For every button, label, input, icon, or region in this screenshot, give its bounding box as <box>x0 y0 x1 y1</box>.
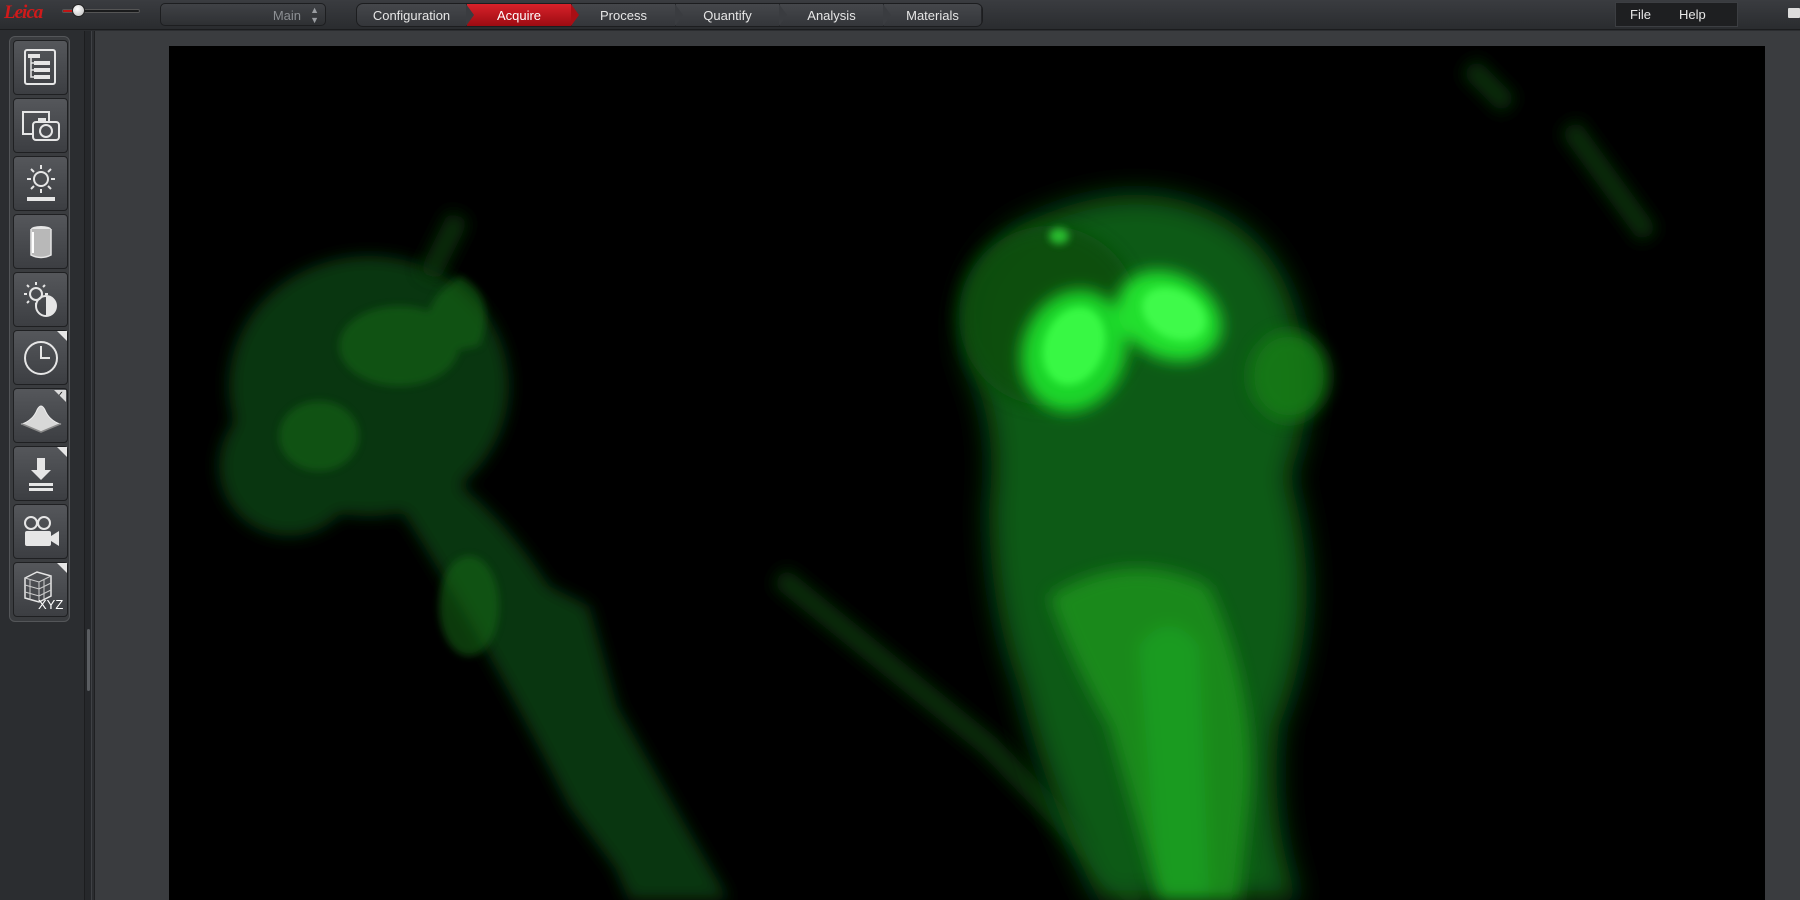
minimize-button[interactable] <box>1788 8 1800 18</box>
experiment-tree-icon <box>23 48 56 85</box>
zoom-slider-knob[interactable] <box>71 4 85 17</box>
xyz-button[interactable]: XYZ <box>13 562 68 617</box>
splitter-grip[interactable] <box>87 629 90 691</box>
fluorescence-button[interactable] <box>13 272 68 327</box>
viewer-right-edge <box>1765 46 1800 900</box>
top-bar: Leica Main ▲ ▼ Configuration Acquire Proc… <box>0 0 1800 30</box>
camera-button[interactable] <box>13 98 68 153</box>
workflow-tabs: Configuration Acquire Process Quantify A… <box>356 3 983 27</box>
fluorescence-icon <box>23 281 57 317</box>
objective-icon <box>29 225 52 258</box>
menu-help[interactable]: Help <box>1665 7 1720 22</box>
illumination-button[interactable] <box>13 156 68 211</box>
objective-button[interactable] <box>13 214 68 269</box>
fluorescence-image-view[interactable] <box>169 46 1765 900</box>
xyz-cube-icon: XYZ <box>23 570 63 612</box>
layout-selector-value: Main <box>272 8 301 23</box>
camera-icon <box>21 110 60 141</box>
tab-materials[interactable]: Materials <box>884 4 982 26</box>
left-toolbar: ✓ XYZ <box>0 31 84 900</box>
tab-label: Materials <box>906 7 959 23</box>
leica-logo: Leica <box>4 2 43 23</box>
layout-selector[interactable]: Main ▲ ▼ <box>160 3 326 26</box>
tab-label: Configuration <box>372 7 451 23</box>
z-stack-button[interactable]: ✓ <box>13 388 68 443</box>
fluorescence-image <box>219 58 1658 900</box>
xyz-label: XYZ <box>38 597 63 612</box>
movie-camera-icon <box>23 515 59 546</box>
save-button[interactable] <box>13 446 68 501</box>
menu-file[interactable]: File <box>1616 7 1665 22</box>
tab-configuration[interactable]: Configuration <box>357 4 474 26</box>
timelapse-clock-icon <box>23 340 58 375</box>
movie-button[interactable] <box>13 504 68 559</box>
save-download-icon <box>28 457 53 491</box>
tab-quantify[interactable]: Quantify <box>676 4 787 26</box>
tab-process[interactable]: Process <box>572 4 683 26</box>
experiment-tree-button[interactable] <box>13 40 68 95</box>
z-stack-surface-icon <box>20 405 61 433</box>
tab-label: Analysis <box>807 7 856 23</box>
corner-flag-icon <box>57 563 67 573</box>
timelapse-button[interactable] <box>13 330 68 385</box>
tab-label: Quantify <box>703 7 752 23</box>
illumination-icon <box>26 164 55 201</box>
updown-arrows-icon: ▲ ▼ <box>310 5 319 25</box>
tool-column: ✓ XYZ <box>9 36 70 622</box>
tab-label: Acquire <box>496 7 542 23</box>
tab-label: Process <box>600 7 647 23</box>
tab-analysis[interactable]: Analysis <box>780 4 891 26</box>
corner-flag-icon <box>57 331 67 341</box>
corner-flag-icon <box>57 447 67 457</box>
menu-bar: File Help <box>1615 2 1738 27</box>
tab-acquire[interactable]: Acquire <box>467 4 579 26</box>
panel-splitter[interactable] <box>84 31 92 900</box>
